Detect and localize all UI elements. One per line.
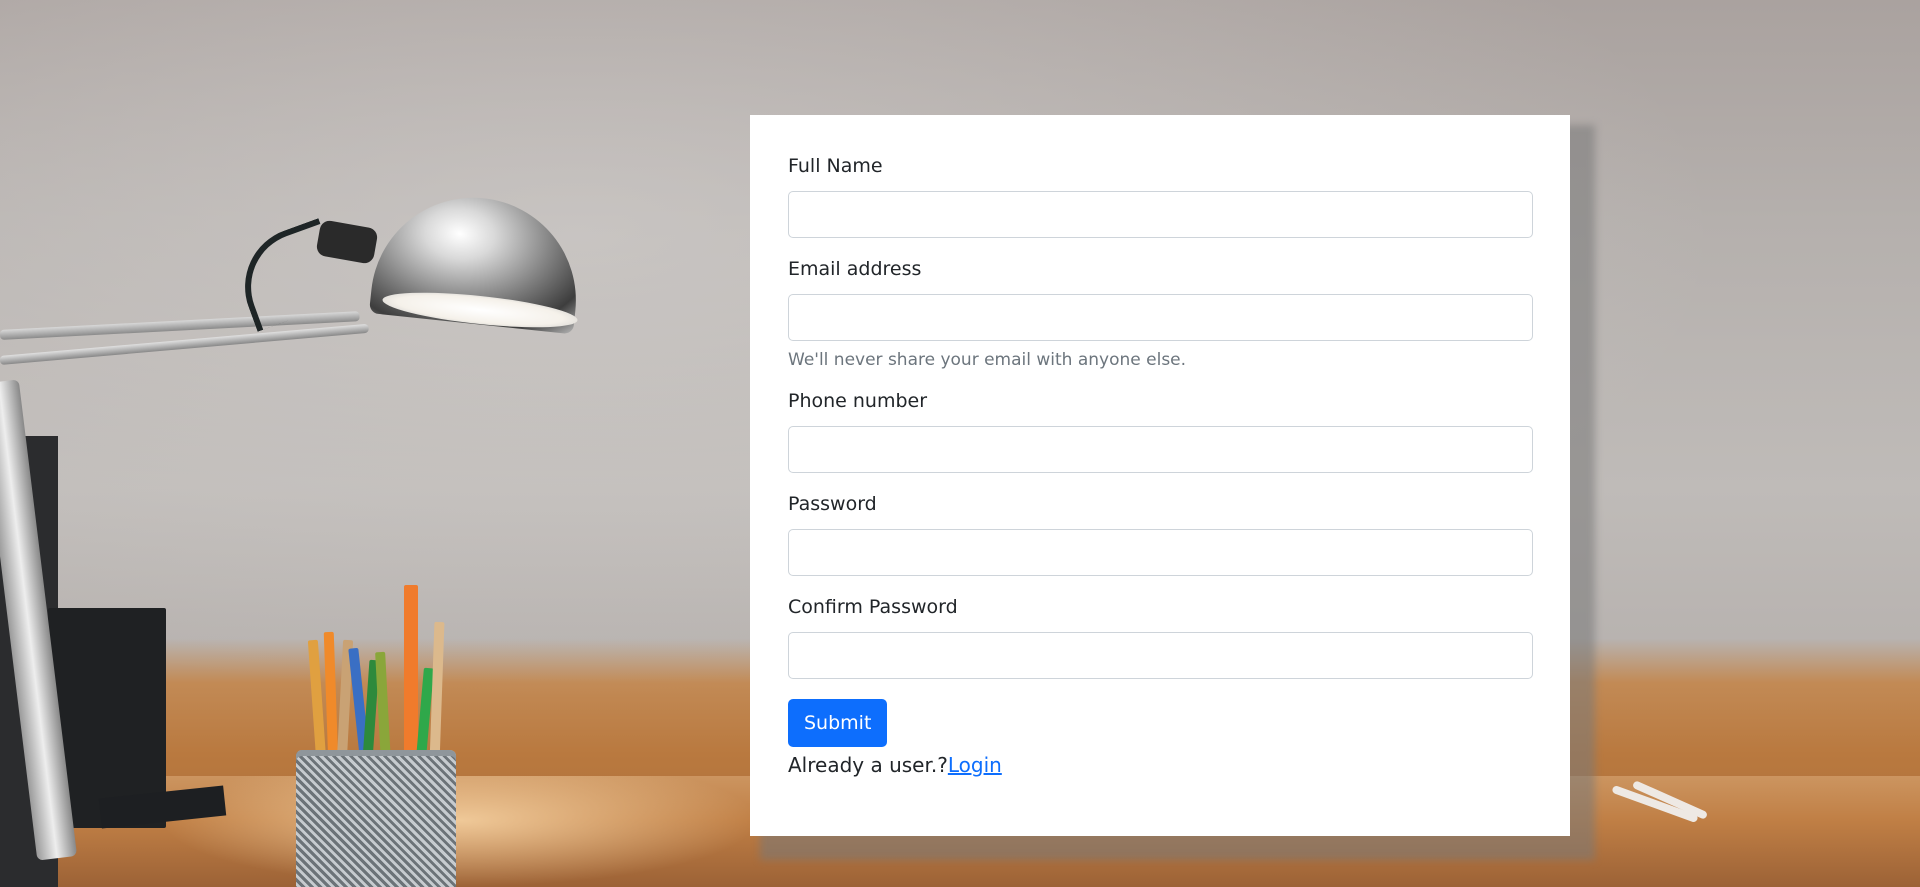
- password-input[interactable]: [788, 529, 1533, 576]
- email-help-text: We'll never share your email with anyone…: [788, 350, 1187, 370]
- full-name-label: Full Name: [788, 155, 883, 177]
- submit-button[interactable]: Submit: [788, 699, 888, 747]
- login-prompt-text: Already a user.?: [788, 753, 948, 777]
- phone-label: Phone number: [788, 390, 928, 412]
- marker: [404, 585, 418, 760]
- login-prompt: Already a user.?Login: [788, 752, 1532, 778]
- lamp-light-glow: [160, 776, 760, 887]
- confirm-password-input[interactable]: [788, 632, 1533, 679]
- login-link[interactable]: Login: [948, 753, 1002, 777]
- email-input[interactable]: [788, 294, 1533, 341]
- phone-input[interactable]: [788, 426, 1533, 473]
- password-label: Password: [788, 493, 877, 515]
- full-name-group: Full Name: [788, 155, 1533, 238]
- phone-group: Phone number: [788, 390, 1533, 473]
- email-label: Email address: [788, 258, 922, 280]
- confirm-password-group: Confirm Password: [788, 596, 1533, 679]
- signup-form-card: Full Name Email address We'll never shar…: [750, 115, 1570, 836]
- email-group: Email address We'll never share your ema…: [788, 258, 1533, 370]
- full-name-input[interactable]: [788, 191, 1533, 238]
- confirm-password-label: Confirm Password: [788, 596, 958, 618]
- pencil-cup: [296, 750, 456, 887]
- password-group: Password: [788, 493, 1533, 576]
